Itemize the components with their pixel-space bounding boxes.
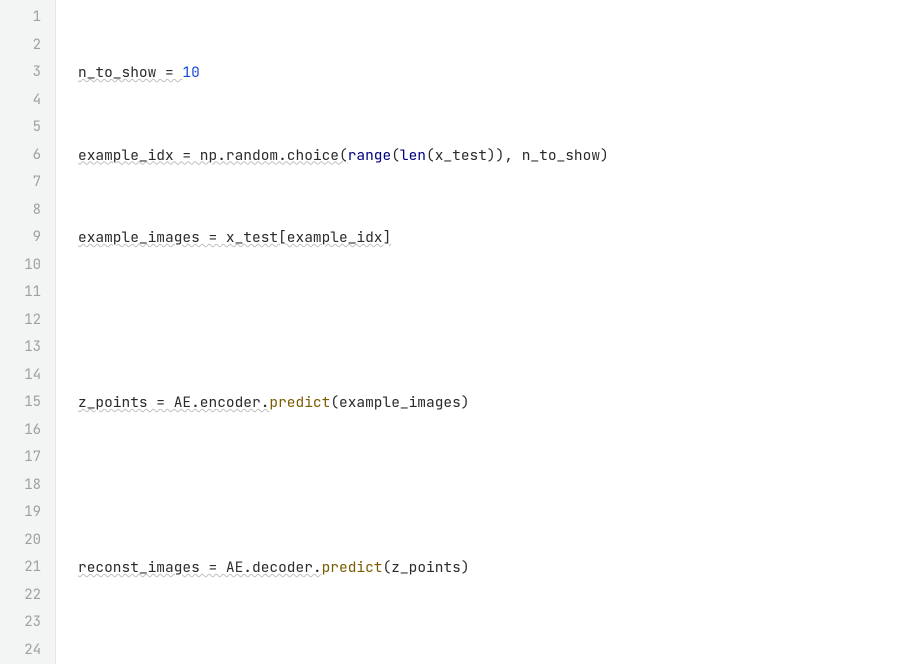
line-number: 21 — [10, 554, 41, 582]
line-number: 20 — [10, 527, 41, 555]
line-number: 14 — [10, 362, 41, 390]
line-number: 7 — [10, 169, 41, 197]
line-number: 23 — [10, 609, 41, 637]
code-line — [78, 307, 909, 335]
code-line: example_idx = np.random.choice(range(len… — [78, 142, 909, 170]
line-number: 24 — [10, 637, 41, 664]
line-number: 16 — [10, 417, 41, 445]
code-line: reconst_images = AE.decoder.predict(z_po… — [78, 554, 909, 582]
line-number: 2 — [10, 32, 41, 60]
line-number: 13 — [10, 334, 41, 362]
line-number: 4 — [10, 87, 41, 115]
code-line — [78, 472, 909, 500]
code-line: z_points = AE.encoder.predict(example_im… — [78, 389, 909, 417]
line-number: 10 — [10, 252, 41, 280]
code-line: example_images = x_test[example_idx] — [78, 224, 909, 252]
line-number: 22 — [10, 582, 41, 610]
line-number: 6 — [10, 142, 41, 170]
code-line: n_to_show = 10 — [78, 59, 909, 87]
code-editor[interactable]: n_to_show = 10 example_idx = np.random.c… — [56, 0, 909, 664]
line-number: 15 — [10, 389, 41, 417]
gutter: 1 2 3 4 5 6 7 8 9 10 11 12 13 14 15 16 1… — [0, 0, 56, 664]
line-number: 3 — [10, 59, 41, 87]
code-line — [78, 637, 909, 664]
line-number: 5 — [10, 114, 41, 142]
line-number: 17 — [10, 444, 41, 472]
line-number: 1 — [10, 4, 41, 32]
line-number: 8 — [10, 197, 41, 225]
line-number: 12 — [10, 307, 41, 335]
line-number: 9 — [10, 224, 41, 252]
line-number: 18 — [10, 472, 41, 500]
line-number: 11 — [10, 279, 41, 307]
line-number: 19 — [10, 499, 41, 527]
